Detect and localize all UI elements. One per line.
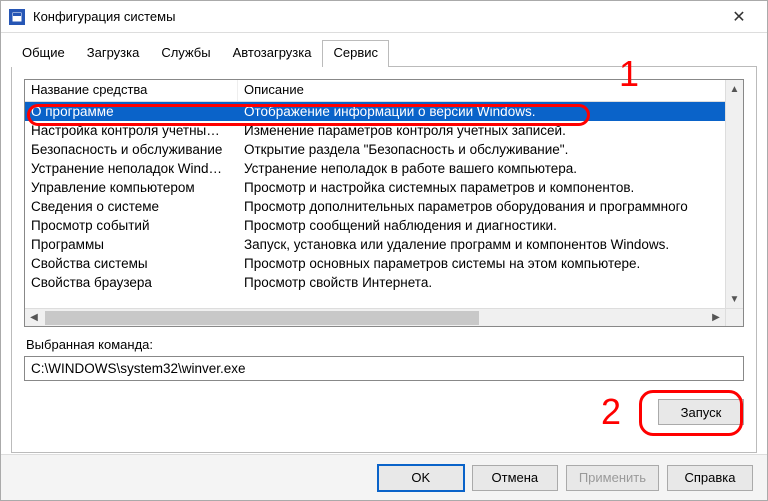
scroll-left-icon[interactable]: ◀: [25, 312, 43, 323]
scroll-corner: [725, 308, 743, 326]
scroll-down-icon[interactable]: ▼: [726, 290, 743, 308]
selected-command-field[interactable]: [24, 356, 744, 381]
cancel-button[interactable]: Отмена: [472, 465, 558, 491]
list-body: О программеОтображение информации о верс…: [25, 102, 743, 302]
cell-desc: Просмотр основных параметров системы на …: [238, 254, 743, 273]
table-row[interactable]: О программеОтображение информации о верс…: [25, 102, 743, 121]
cell-name: Управление компьютером: [25, 178, 238, 197]
scroll-right-icon[interactable]: ▶: [707, 312, 725, 323]
cell-name: Безопасность и обслуживание: [25, 140, 238, 159]
cell-name: Программы: [25, 235, 238, 254]
table-row[interactable]: Просмотр событийПросмотр сообщений наблю…: [25, 216, 743, 235]
cell-name: Сведения о системе: [25, 197, 238, 216]
cell-name: Настройка контроля учетны…: [25, 121, 238, 140]
close-icon[interactable]: ✕: [719, 1, 759, 32]
tab-1[interactable]: Загрузка: [76, 40, 151, 67]
tab-strip: ОбщиеЗагрузкаСлужбыАвтозагрузкаСервис: [11, 39, 757, 67]
cell-desc: Запуск, установка или удаление программ …: [238, 235, 743, 254]
cell-desc: Просмотр дополнительных параметров обору…: [238, 197, 743, 216]
cell-desc: Устранение неполадок в работе вашего ком…: [238, 159, 743, 178]
msconfig-window: Конфигурация системы ✕ ОбщиеЗагрузкаСлуж…: [0, 0, 768, 501]
table-row[interactable]: Безопасность и обслуживаниеОткрытие разд…: [25, 140, 743, 159]
tools-listbox[interactable]: Название средства Описание О программеОт…: [24, 79, 744, 327]
header-desc[interactable]: Описание: [238, 80, 743, 101]
scroll-up-icon[interactable]: ▲: [726, 80, 743, 98]
hscroll-thumb[interactable]: [45, 311, 479, 325]
table-row[interactable]: ПрограммыЗапуск, установка или удаление …: [25, 235, 743, 254]
cell-name: Свойства системы: [25, 254, 238, 273]
table-row[interactable]: Настройка контроля учетны…Изменение пара…: [25, 121, 743, 140]
table-row[interactable]: Устранение неполадок Wind…Устранение неп…: [25, 159, 743, 178]
selected-command-label: Выбранная команда:: [26, 337, 744, 352]
content-area: ОбщиеЗагрузкаСлужбыАвтозагрузкаСервис На…: [1, 33, 767, 454]
tab-3[interactable]: Автозагрузка: [222, 40, 323, 67]
cell-desc: Просмотр сообщений наблюдения и диагност…: [238, 216, 743, 235]
table-row[interactable]: Управление компьютеромПросмотр и настрой…: [25, 178, 743, 197]
titlebar: Конфигурация системы ✕: [1, 1, 767, 33]
vertical-scrollbar[interactable]: ▲ ▼: [725, 80, 743, 308]
tab-0[interactable]: Общие: [11, 40, 76, 67]
cell-desc: Открытие раздела "Безопасность и обслужи…: [238, 140, 743, 159]
cell-desc: Просмотр и настройка системных параметро…: [238, 178, 743, 197]
table-row[interactable]: Сведения о системеПросмотр дополнительны…: [25, 197, 743, 216]
horizontal-scrollbar[interactable]: ◀ ▶: [25, 308, 725, 326]
cell-desc: Изменение параметров контроля учетных за…: [238, 121, 743, 140]
header-name[interactable]: Название средства: [25, 80, 238, 101]
cell-desc: Просмотр свойств Интернета.: [238, 273, 743, 292]
cell-name: Устранение неполадок Wind…: [25, 159, 238, 178]
app-icon: [9, 9, 25, 25]
cell-desc: Отображение информации о версии Windows.: [238, 102, 743, 121]
table-row[interactable]: Свойства браузераПросмотр свойств Интерн…: [25, 273, 743, 292]
cell-name: О программе: [25, 102, 238, 121]
cell-name: Свойства браузера: [25, 273, 238, 292]
list-header: Название средства Описание: [25, 80, 743, 102]
launch-button[interactable]: Запуск: [658, 399, 744, 425]
dialog-buttons: OK Отмена Применить Справка: [1, 454, 767, 500]
ok-button[interactable]: OK: [378, 465, 464, 491]
tab-2[interactable]: Службы: [150, 40, 221, 67]
table-row[interactable]: Свойства системыПросмотр основных параме…: [25, 254, 743, 273]
help-button[interactable]: Справка: [667, 465, 753, 491]
tab-4[interactable]: Сервис: [322, 40, 389, 67]
window-title: Конфигурация системы: [33, 9, 719, 24]
tab-service-panel: Название средства Описание О программеОт…: [11, 67, 757, 453]
cell-name: Просмотр событий: [25, 216, 238, 235]
apply-button[interactable]: Применить: [566, 465, 659, 491]
